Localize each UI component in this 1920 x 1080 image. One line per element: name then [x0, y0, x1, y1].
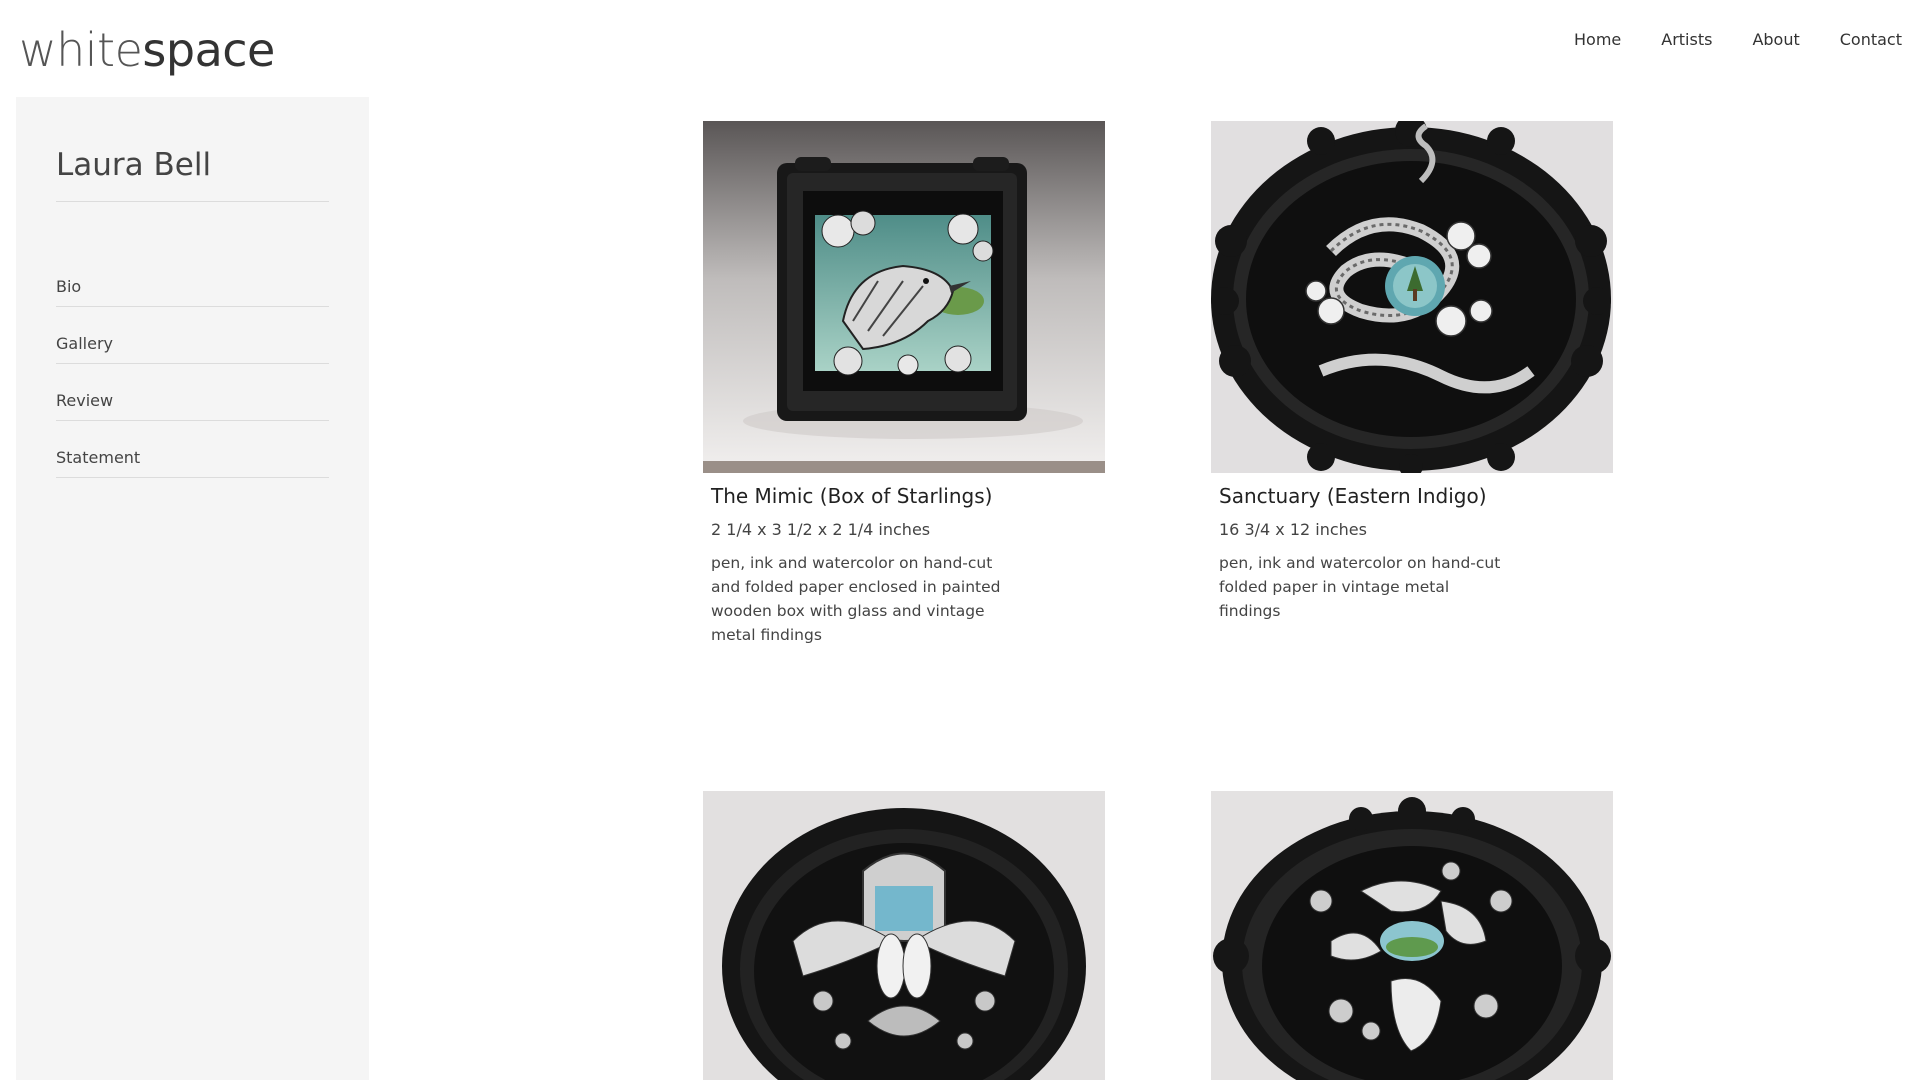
nav-link-contact[interactable]: Contact — [1840, 26, 1902, 54]
sidebar-item-statement[interactable]: Statement — [56, 421, 329, 478]
artist-menu: Bio Gallery Review Statement — [56, 250, 329, 478]
artwork-card[interactable] — [703, 791, 1105, 1080]
logo-text-light: white — [19, 23, 143, 77]
site-logo[interactable]: whitespace — [19, 18, 275, 82]
nav-link-about[interactable]: About — [1752, 26, 1799, 54]
top-navigation: Home Artists About Contact — [1574, 26, 1902, 54]
nav-link-artists[interactable]: Artists — [1661, 26, 1712, 54]
sidebar-item-review[interactable]: Review — [56, 364, 329, 421]
artwork-title[interactable]: The Mimic (Box of Starlings) — [711, 483, 1105, 509]
sidebar-item-label: Statement — [56, 448, 141, 467]
sidebar-item-label: Review — [56, 391, 114, 410]
nav-link-home[interactable]: Home — [1574, 26, 1621, 54]
artwork-image-oval-birds[interactable] — [703, 791, 1105, 1080]
artwork-medium: pen, ink and watercolor on hand-cut and … — [711, 554, 1001, 644]
artwork-image-round-rats[interactable] — [1211, 791, 1613, 1080]
artwork-medium: pen, ink and watercolor on hand-cut fold… — [1219, 554, 1501, 620]
sidebar-item-gallery[interactable]: Gallery — [56, 307, 329, 364]
sidebar-item-label: Bio — [56, 277, 82, 296]
sidebar-item-label: Gallery — [56, 334, 113, 353]
artist-sidebar: Laura Bell Bio Gallery Review Statement — [16, 97, 369, 1080]
artwork-dimensions: 2 1/4 x 3 1/2 x 2 1/4 inches — [711, 520, 931, 539]
artwork-title[interactable]: Sanctuary (Eastern Indigo) — [1219, 483, 1613, 509]
artwork-dimensions: 16 3/4 x 12 inches — [1219, 520, 1367, 539]
artwork-card[interactable]: The Mimic (Box of Starlings) 2 1/4 x 3 1… — [703, 121, 1105, 647]
artwork-image-eastern-indigo[interactable] — [1211, 121, 1613, 473]
sidebar-item-bio[interactable]: Bio — [56, 250, 329, 307]
artist-name-heading: Laura Bell — [56, 147, 329, 202]
artwork-image-box-of-starlings[interactable] — [703, 121, 1105, 473]
artwork-card[interactable] — [1211, 791, 1613, 1080]
logo-text-bold: space — [142, 23, 275, 77]
artwork-card[interactable]: Sanctuary (Eastern Indigo) 16 3/4 x 12 i… — [1211, 121, 1613, 623]
